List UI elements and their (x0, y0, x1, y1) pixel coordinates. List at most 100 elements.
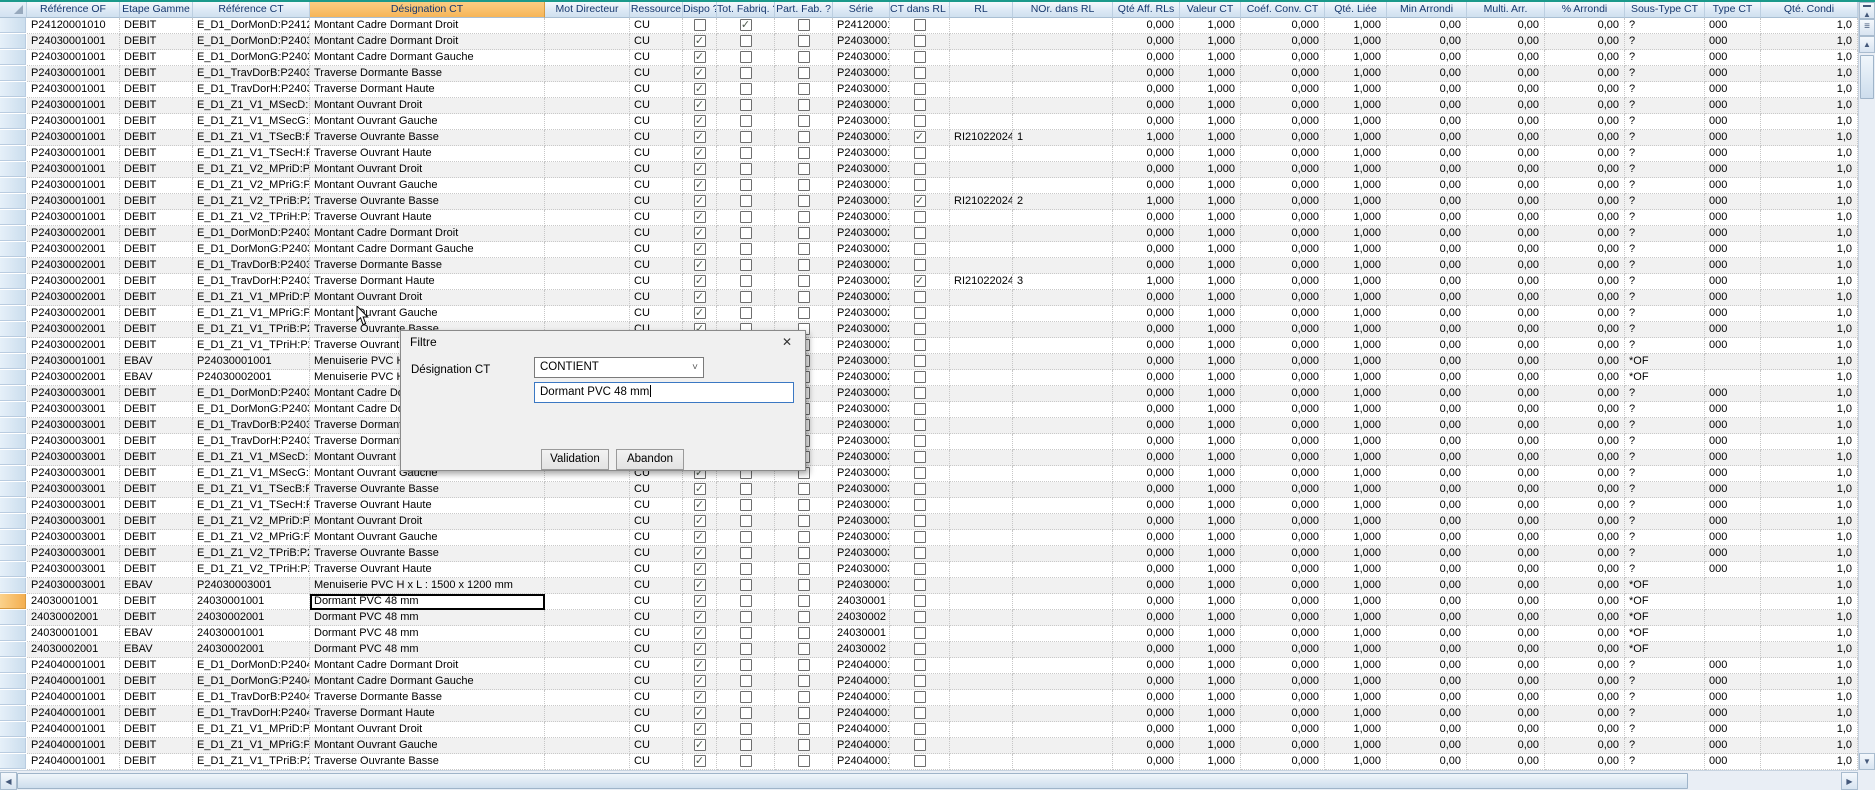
cell-etape[interactable]: DEBIT (120, 530, 193, 546)
row-selector[interactable] (0, 626, 27, 642)
cell-min[interactable]: 0,00 (1387, 242, 1467, 258)
cell-serie[interactable]: P24030001 (833, 114, 890, 130)
checkbox-checked-icon[interactable]: ✓ (694, 547, 706, 559)
checkbox-unchecked-icon[interactable] (914, 179, 926, 191)
cell-qcondi[interactable]: 1,0 (1761, 530, 1858, 546)
cell-parr[interactable]: 0,00 (1545, 306, 1625, 322)
cell-coef[interactable]: 0,000 (1241, 370, 1325, 386)
cell-ct[interactable]: E_D1_Z1_V1_TSecB:P2403000 (193, 482, 310, 498)
row-selector[interactable] (0, 466, 27, 482)
cell-totfab[interactable] (717, 290, 775, 306)
cell-totfab[interactable] (717, 578, 775, 594)
cell-mot[interactable] (545, 194, 630, 210)
cell-typect[interactable]: 000 (1705, 546, 1761, 562)
horizontal-scrollbar[interactable]: ◀ ▶ (0, 770, 1858, 790)
cell-etape[interactable]: EBAV (120, 626, 193, 642)
cell-of[interactable]: P24030003001 (27, 546, 120, 562)
cell-mot[interactable] (545, 642, 630, 658)
cell-ct[interactable]: 24030001001 (193, 626, 310, 642)
cell-des[interactable]: Montant Cadre Dormant Droit (310, 226, 545, 242)
cell-of[interactable]: P24030003001 (27, 386, 120, 402)
cell-val[interactable]: 1,000 (1180, 546, 1241, 562)
cell-serie[interactable]: P24030002 (833, 370, 890, 386)
cell-partfab[interactable] (775, 114, 833, 130)
cell-qaff[interactable]: 0,000 (1113, 642, 1180, 658)
cell-val[interactable]: 1,000 (1180, 738, 1241, 754)
cell-mot[interactable] (545, 562, 630, 578)
row-selector[interactable] (0, 722, 27, 738)
cell-mot[interactable] (545, 258, 630, 274)
row-selector[interactable] (0, 306, 27, 322)
cell-dispo[interactable]: ✓ (683, 530, 717, 546)
cell-parr[interactable]: 0,00 (1545, 354, 1625, 370)
cell-totfab[interactable] (717, 98, 775, 114)
cell-mot[interactable] (545, 146, 630, 162)
cell-coef[interactable]: 0,000 (1241, 146, 1325, 162)
cell-min[interactable]: 0,00 (1387, 50, 1467, 66)
checkbox-unchecked-icon[interactable] (740, 515, 752, 527)
cell-min[interactable]: 0,00 (1387, 450, 1467, 466)
cell-soustype[interactable]: ? (1625, 66, 1705, 82)
cell-des[interactable]: Traverse Ouvrante Basse (310, 482, 545, 498)
cell-typect[interactable]: 000 (1705, 322, 1761, 338)
checkbox-unchecked-icon[interactable] (914, 659, 926, 671)
cell-val[interactable]: 1,000 (1180, 338, 1241, 354)
cell-ct[interactable]: E_D1_Z1_V1_TSecH:P2403000 (193, 498, 310, 514)
cell-qliee[interactable]: 1,000 (1325, 66, 1387, 82)
cell-dispo[interactable]: ✓ (683, 258, 717, 274)
cell-coef[interactable]: 0,000 (1241, 130, 1325, 146)
cell-mot[interactable] (545, 754, 630, 770)
cell-typect[interactable]: 000 (1705, 274, 1761, 290)
cell-etape[interactable]: DEBIT (120, 594, 193, 610)
cell-qaff[interactable]: 0,000 (1113, 50, 1180, 66)
cell-dispo[interactable]: ✓ (683, 114, 717, 130)
checkbox-unchecked-icon[interactable] (798, 643, 810, 655)
cell-des[interactable]: Montant Ouvrant Droit (310, 514, 545, 530)
checkbox-unchecked-icon[interactable] (740, 195, 752, 207)
cell-des[interactable]: Montant Ouvrant Droit (310, 162, 545, 178)
checkbox-unchecked-icon[interactable] (914, 707, 926, 719)
cell-totfab[interactable] (717, 66, 775, 82)
cell-dispo[interactable]: ✓ (683, 642, 717, 658)
cell-qcondi[interactable]: 1,0 (1761, 370, 1858, 386)
cell-val[interactable]: 1,000 (1180, 466, 1241, 482)
checkbox-unchecked-icon[interactable] (914, 643, 926, 655)
cell-val[interactable]: 1,000 (1180, 146, 1241, 162)
cell-ct[interactable]: 24030002001 (193, 642, 310, 658)
cell-serie[interactable]: P24030003 (833, 482, 890, 498)
cell-dispo[interactable]: ✓ (683, 290, 717, 306)
row-selector[interactable] (0, 578, 27, 594)
cell-coef[interactable]: 0,000 (1241, 498, 1325, 514)
cell-partfab[interactable] (775, 210, 833, 226)
cell-parr[interactable]: 0,00 (1545, 258, 1625, 274)
cell-res[interactable]: CU (630, 98, 683, 114)
cell-nor[interactable] (1013, 434, 1113, 450)
cell-res[interactable]: CU (630, 242, 683, 258)
cell-mot[interactable] (545, 722, 630, 738)
cell-ctrl[interactable] (890, 546, 950, 562)
cell-parr[interactable]: 0,00 (1545, 402, 1625, 418)
cell-qaff[interactable]: 0,000 (1113, 722, 1180, 738)
cell-parr[interactable]: 0,00 (1545, 674, 1625, 690)
row-selector[interactable] (0, 194, 27, 210)
cell-parr[interactable]: 0,00 (1545, 594, 1625, 610)
row-selector[interactable] (0, 370, 27, 386)
cell-des[interactable]: Menuiserie PVC H x L : 1500 x 1200 mm (310, 578, 545, 594)
checkbox-checked-icon[interactable]: ✓ (694, 147, 706, 159)
cell-min[interactable]: 0,00 (1387, 226, 1467, 242)
checkbox-unchecked-icon[interactable] (914, 371, 926, 383)
cell-ctrl[interactable] (890, 162, 950, 178)
cell-ctrl[interactable] (890, 98, 950, 114)
cell-ct[interactable]: E_D1_Z1_V2_TPriB:P2403000 (193, 546, 310, 562)
cell-qcondi[interactable]: 1,0 (1761, 562, 1858, 578)
row-selector[interactable] (0, 434, 27, 450)
cell-totfab[interactable] (717, 546, 775, 562)
cell-res[interactable]: CU (630, 754, 683, 770)
cell-rl[interactable] (950, 162, 1013, 178)
column-header-partfab[interactable]: Part. Fab. ? (775, 2, 833, 18)
cell-rl[interactable] (950, 82, 1013, 98)
cell-ctrl[interactable] (890, 482, 950, 498)
cell-multi[interactable]: 0,00 (1467, 306, 1545, 322)
cell-parr[interactable]: 0,00 (1545, 626, 1625, 642)
cell-parr[interactable]: 0,00 (1545, 322, 1625, 338)
